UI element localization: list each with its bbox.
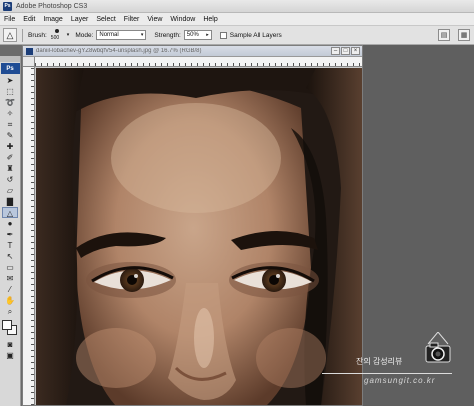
- path-selection-tool-icon[interactable]: ↖: [2, 251, 18, 262]
- mode-value: Normal: [99, 32, 119, 38]
- crop-tool-icon[interactable]: ⌗: [2, 119, 18, 130]
- maximize-icon[interactable]: □: [341, 47, 350, 55]
- horizontal-ruler[interactable]: [35, 57, 362, 67]
- tool-preset-picker[interactable]: △: [3, 28, 17, 42]
- toolbox: Ps ➤ ⬚ ➰ ✧ ⌗ ✎ ✚ ✐ ♜ ↺ ▱ ▇ △ ● ✒ T ↖ ▭ ✉…: [0, 56, 21, 406]
- notes-tool-icon[interactable]: ✉: [2, 273, 18, 284]
- move-tool-icon[interactable]: ➤: [2, 75, 18, 86]
- marquee-tool-icon[interactable]: ⬚: [2, 86, 18, 97]
- menu-help[interactable]: Help: [203, 16, 217, 23]
- menu-view[interactable]: View: [147, 16, 162, 23]
- dodge-tool-icon[interactable]: ●: [2, 218, 18, 229]
- close-icon[interactable]: ×: [351, 47, 360, 55]
- menu-edit[interactable]: Edit: [23, 16, 35, 23]
- chevron-down-icon: ▾: [140, 32, 144, 38]
- strength-value: 50%: [186, 32, 199, 38]
- brush-dropdown-icon[interactable]: ▾: [67, 32, 70, 38]
- healing-brush-tool-icon[interactable]: ✚: [2, 141, 18, 152]
- options-right-icons: ▤ ▦: [430, 29, 470, 41]
- brush-size: 500: [50, 35, 60, 41]
- brush-tool-icon[interactable]: ✐: [2, 152, 18, 163]
- mode-label: Mode:: [75, 31, 94, 39]
- brush-tip-icon: [54, 29, 59, 33]
- options-bar: △ Brush: 500 ▾ Mode: Normal ▾ Strength: …: [0, 26, 474, 45]
- eyedropper-tool-icon[interactable]: ⁄: [2, 284, 18, 295]
- slice-tool-icon[interactable]: ✎: [2, 130, 18, 141]
- ruler-origin[interactable]: [23, 57, 35, 67]
- strength-label: Strength:: [154, 31, 181, 39]
- image-canvas[interactable]: [36, 68, 362, 405]
- portrait-photo: [36, 68, 362, 405]
- document-window: daniil-lobachev-gYZ8wbqfV54-unsplash.jpg…: [22, 45, 363, 406]
- brush-label: Brush:: [28, 31, 47, 39]
- photoshop-window: Ps Adobe Photoshop CS3 File Edit Image L…: [0, 0, 474, 406]
- mode-select[interactable]: Normal ▾: [96, 30, 147, 40]
- menu-window[interactable]: Window: [170, 16, 195, 23]
- shape-tool-icon[interactable]: ▭: [2, 262, 18, 273]
- title-bar: Ps Adobe Photoshop CS3: [0, 0, 474, 13]
- pen-tool-icon[interactable]: ✒: [2, 229, 18, 240]
- history-brush-tool-icon[interactable]: ↺: [2, 174, 18, 185]
- brush-picker[interactable]: 500: [50, 28, 64, 42]
- screen-mode-icon[interactable]: ▣: [2, 350, 18, 361]
- toolbox-grip[interactable]: [0, 56, 20, 62]
- vertical-ruler[interactable]: [23, 67, 35, 405]
- menu-select[interactable]: Select: [96, 16, 115, 23]
- menu-bar: File Edit Image Layer Select Filter View…: [0, 13, 474, 26]
- chevron-right-icon: ▸: [206, 32, 209, 38]
- document-title: daniil-lobachev-gYZ8wbqfV54-unsplash.jpg…: [36, 48, 202, 54]
- watermark-url: gamsungit.co.kr: [364, 376, 436, 385]
- hand-tool-icon[interactable]: ✋: [2, 295, 18, 306]
- color-swatches[interactable]: [1, 320, 19, 336]
- sharpen-tool-icon: △: [6, 29, 14, 40]
- palette-well-icon[interactable]: ▦: [458, 29, 470, 41]
- menu-layer[interactable]: Layer: [71, 16, 89, 23]
- eraser-tool-icon[interactable]: ▱: [2, 185, 18, 196]
- minimize-icon[interactable]: –: [331, 47, 340, 55]
- gradient-tool-icon[interactable]: ▇: [2, 196, 18, 207]
- quick-mask-icon[interactable]: ◙: [2, 339, 18, 350]
- document-icon: [26, 47, 33, 55]
- magic-wand-tool-icon[interactable]: ✧: [2, 108, 18, 119]
- menu-image[interactable]: Image: [43, 16, 62, 23]
- watermark-divider: [322, 373, 452, 374]
- zoom-tool-icon[interactable]: ⌕: [2, 306, 18, 317]
- sharpen-tool-icon[interactable]: △: [2, 207, 18, 218]
- sample-all-layers-label: Sample All Layers: [229, 31, 282, 39]
- divider: [22, 28, 23, 42]
- foreground-color-swatch[interactable]: [2, 320, 12, 330]
- type-tool-icon[interactable]: T: [2, 240, 18, 251]
- file-browser-icon[interactable]: ▤: [438, 29, 450, 41]
- menu-file[interactable]: File: [4, 16, 15, 23]
- strength-input[interactable]: 50% ▸: [183, 30, 212, 40]
- clone-stamp-tool-icon[interactable]: ♜: [2, 163, 18, 174]
- sample-all-layers-checkbox[interactable]: [219, 31, 227, 39]
- window-title: Adobe Photoshop CS3: [16, 2, 88, 10]
- document-title-bar[interactable]: daniil-lobachev-gYZ8wbqfV54-unsplash.jpg…: [23, 46, 362, 57]
- menu-filter[interactable]: Filter: [124, 16, 140, 23]
- watermark-text: 잔의 감성리뷰: [356, 357, 403, 366]
- lasso-tool-icon[interactable]: ➰: [2, 97, 18, 108]
- photoshop-logo-icon: Ps: [3, 1, 12, 11]
- watermark: 잔의 감성리뷰 gamsungit.co.kr: [322, 332, 472, 392]
- toolbox-logo[interactable]: Ps: [0, 63, 20, 74]
- camera-icon: [425, 332, 451, 363]
